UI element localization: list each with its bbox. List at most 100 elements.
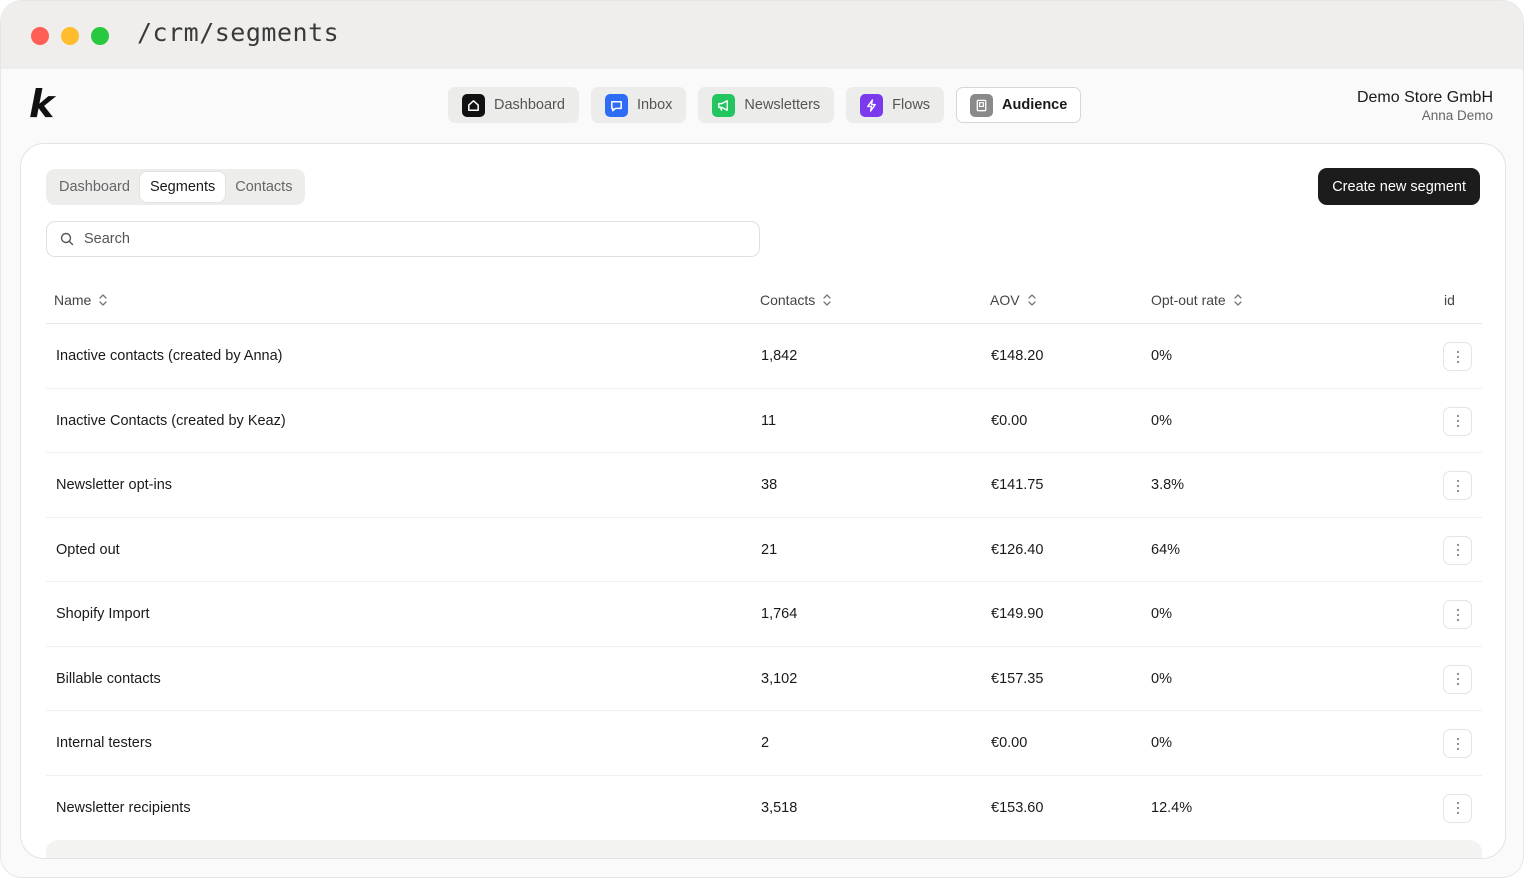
search-icon <box>60 232 74 246</box>
row-menu-button[interactable] <box>1443 471 1472 500</box>
cell-name: Inactive Contacts (created by Keaz) <box>56 412 286 429</box>
segments-table: Name Contacts AOV Opt-out rate id Inacti… <box>46 281 1482 840</box>
row-menu-button[interactable] <box>1443 729 1472 758</box>
column-header-opt-out-rate[interactable]: Opt-out rate <box>1151 292 1243 308</box>
maximize-window-button[interactable] <box>91 27 109 45</box>
more-vertical-icon <box>1456 479 1459 492</box>
table-row[interactable]: Shopify Import 1,764 €149.90 0% <box>46 582 1482 647</box>
more-vertical-icon <box>1456 414 1459 428</box>
column-header-aov[interactable]: AOV <box>990 292 1037 308</box>
row-menu-button[interactable] <box>1443 342 1472 371</box>
user-name: Anna Demo <box>1421 108 1493 123</box>
more-vertical-icon <box>1456 801 1459 815</box>
cell-aov: €149.90 <box>991 606 1044 622</box>
cell-opt-out-rate: 0% <box>1151 606 1172 622</box>
table-row[interactable]: Inactive contacts (created by Anna) 1,84… <box>46 324 1482 389</box>
subtab-dashboard[interactable]: Dashboard <box>49 172 140 202</box>
column-header-id: id <box>1444 292 1455 308</box>
more-vertical-icon <box>1456 737 1459 750</box>
sort-icon <box>1027 292 1037 308</box>
cell-contacts: 1,842 <box>761 348 798 364</box>
segments-panel: Dashboard Segments Contacts Create new s… <box>20 143 1506 859</box>
cell-contacts: 1,764 <box>761 606 798 622</box>
subtab-segments[interactable]: Segments <box>139 172 226 202</box>
search-box[interactable] <box>46 221 760 257</box>
cell-opt-out-rate: 0% <box>1151 670 1172 687</box>
cell-aov: €0.00 <box>991 412 1028 429</box>
cell-opt-out-rate: 12.4% <box>1151 799 1193 816</box>
table-footer-bar <box>46 840 1482 858</box>
nav-tab-label: Inbox <box>636 97 673 113</box>
minimize-window-button[interactable] <box>61 27 79 45</box>
row-menu-button[interactable] <box>1443 664 1472 694</box>
column-header-contacts[interactable]: Contacts <box>760 292 832 308</box>
more-vertical-icon <box>1456 672 1459 686</box>
nav-tab-inbox[interactable]: Inbox <box>590 87 687 123</box>
title-bar: /crm/segments <box>1 1 1523 69</box>
table-row[interactable]: Newsletter opt-ins 38 €141.75 3.8% <box>46 453 1482 518</box>
app-header: k Dashboard Inbox Newsletters Flows Audi… <box>1 69 1523 143</box>
cell-name: Internal testers <box>56 735 152 751</box>
cell-name: Opted out <box>56 541 120 558</box>
nav-tab-label: Newsletters <box>744 97 821 113</box>
cell-name: Inactive contacts (created by Anna) <box>56 348 283 364</box>
sub-tabs: Dashboard Segments Contacts <box>46 169 306 205</box>
url-path: /crm/segments <box>137 18 340 47</box>
table-row[interactable]: Newsletter recipients 3,518 €153.60 12.4… <box>46 776 1482 841</box>
row-menu-button[interactable] <box>1443 406 1472 436</box>
nav-tab-flows[interactable]: Flows <box>846 87 945 123</box>
cell-name: Newsletter opt-ins <box>56 477 173 493</box>
main-nav: Dashboard Inbox Newsletters Flows Audien… <box>448 87 1082 123</box>
cell-opt-out-rate: 3.8% <box>1151 477 1185 493</box>
more-vertical-icon <box>1456 350 1459 363</box>
sort-icon <box>98 292 108 308</box>
table-row[interactable]: Billable contacts 3,102 €157.35 0% <box>46 647 1482 711</box>
row-menu-button[interactable] <box>1443 535 1472 565</box>
table-row[interactable]: Inactive Contacts (created by Keaz) 11 €… <box>46 389 1482 453</box>
cell-name: Newsletter recipients <box>56 799 191 816</box>
search-input[interactable] <box>84 231 684 247</box>
create-segment-button[interactable]: Create new segment <box>1318 168 1480 205</box>
cell-opt-out-rate: 64% <box>1151 541 1181 558</box>
lightning-icon <box>860 93 884 117</box>
store-name: Demo Store GmbH <box>1356 89 1493 106</box>
megaphone-icon <box>712 93 736 117</box>
cell-aov: €148.20 <box>991 348 1044 364</box>
cell-contacts: 38 <box>761 477 778 493</box>
cell-contacts: 21 <box>761 541 778 558</box>
brand-logo[interactable]: k <box>29 83 65 125</box>
nav-tab-dashboard[interactable]: Dashboard <box>448 87 579 123</box>
table-row[interactable]: Opted out 21 €126.40 64% <box>46 518 1482 582</box>
table-row[interactable]: Internal testers 2 €0.00 0% <box>46 711 1482 776</box>
contact-card-icon <box>970 93 994 117</box>
nav-tab-label: Flows <box>892 97 931 113</box>
cell-name: Billable contacts <box>56 670 161 687</box>
account-switcher[interactable]: Demo Store GmbH Anna Demo <box>1357 89 1493 123</box>
close-window-button[interactable] <box>31 27 49 45</box>
cell-aov: €0.00 <box>991 735 1028 751</box>
cell-aov: €141.75 <box>991 477 1044 493</box>
table-header: Name Contacts AOV Opt-out rate id <box>46 281 1482 324</box>
more-vertical-icon <box>1456 543 1459 557</box>
column-header-name[interactable]: Name <box>54 292 108 308</box>
sort-icon <box>822 292 832 308</box>
cell-contacts: 11 <box>761 412 777 429</box>
row-menu-button[interactable] <box>1443 600 1472 629</box>
chat-bubble-icon <box>604 93 628 117</box>
cell-contacts: 2 <box>761 735 770 751</box>
app-window: /crm/segments k Dashboard Inbox Newslett… <box>0 0 1524 878</box>
row-menu-button[interactable] <box>1443 793 1472 823</box>
cell-name: Shopify Import <box>56 606 150 622</box>
more-vertical-icon <box>1456 608 1459 621</box>
sort-icon <box>1233 292 1243 308</box>
nav-tab-newsletters[interactable]: Newsletters <box>698 87 835 123</box>
cell-aov: €157.35 <box>991 670 1044 687</box>
cell-opt-out-rate: 0% <box>1151 348 1172 364</box>
home-icon <box>462 93 485 117</box>
cell-contacts: 3,518 <box>761 799 798 816</box>
nav-tab-label: Audience <box>1002 97 1068 113</box>
subtab-contacts[interactable]: Contacts <box>225 172 302 202</box>
nav-tab-audience[interactable]: Audience <box>956 87 1082 123</box>
cell-aov: €126.40 <box>991 541 1044 558</box>
cell-contacts: 3,102 <box>761 670 798 687</box>
